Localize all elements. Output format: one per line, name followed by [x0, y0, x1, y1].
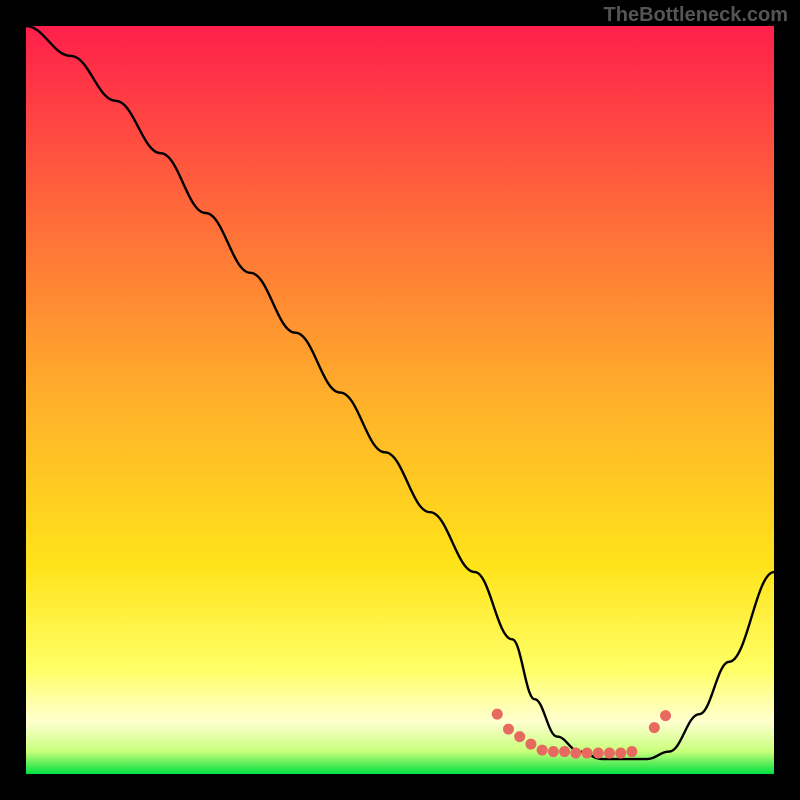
curve-marker — [492, 709, 503, 720]
curve-marker — [570, 748, 581, 759]
curve-marker — [537, 745, 548, 756]
curve-marker — [559, 746, 570, 757]
curve-marker — [525, 739, 536, 750]
curve-marker — [604, 748, 615, 759]
curve-marker — [514, 731, 525, 742]
curve-marker — [649, 722, 660, 733]
curve-marker — [503, 724, 514, 735]
curve-marker — [582, 748, 593, 759]
gradient-background — [26, 26, 774, 774]
curve-marker — [626, 746, 637, 757]
curve-marker — [593, 748, 604, 759]
curve-marker — [660, 710, 671, 721]
curve-marker — [615, 748, 626, 759]
curve-marker — [548, 746, 559, 757]
bottleneck-curve-chart — [26, 26, 774, 774]
watermark-text: TheBottleneck.com — [604, 4, 788, 27]
chart-container — [26, 26, 774, 774]
